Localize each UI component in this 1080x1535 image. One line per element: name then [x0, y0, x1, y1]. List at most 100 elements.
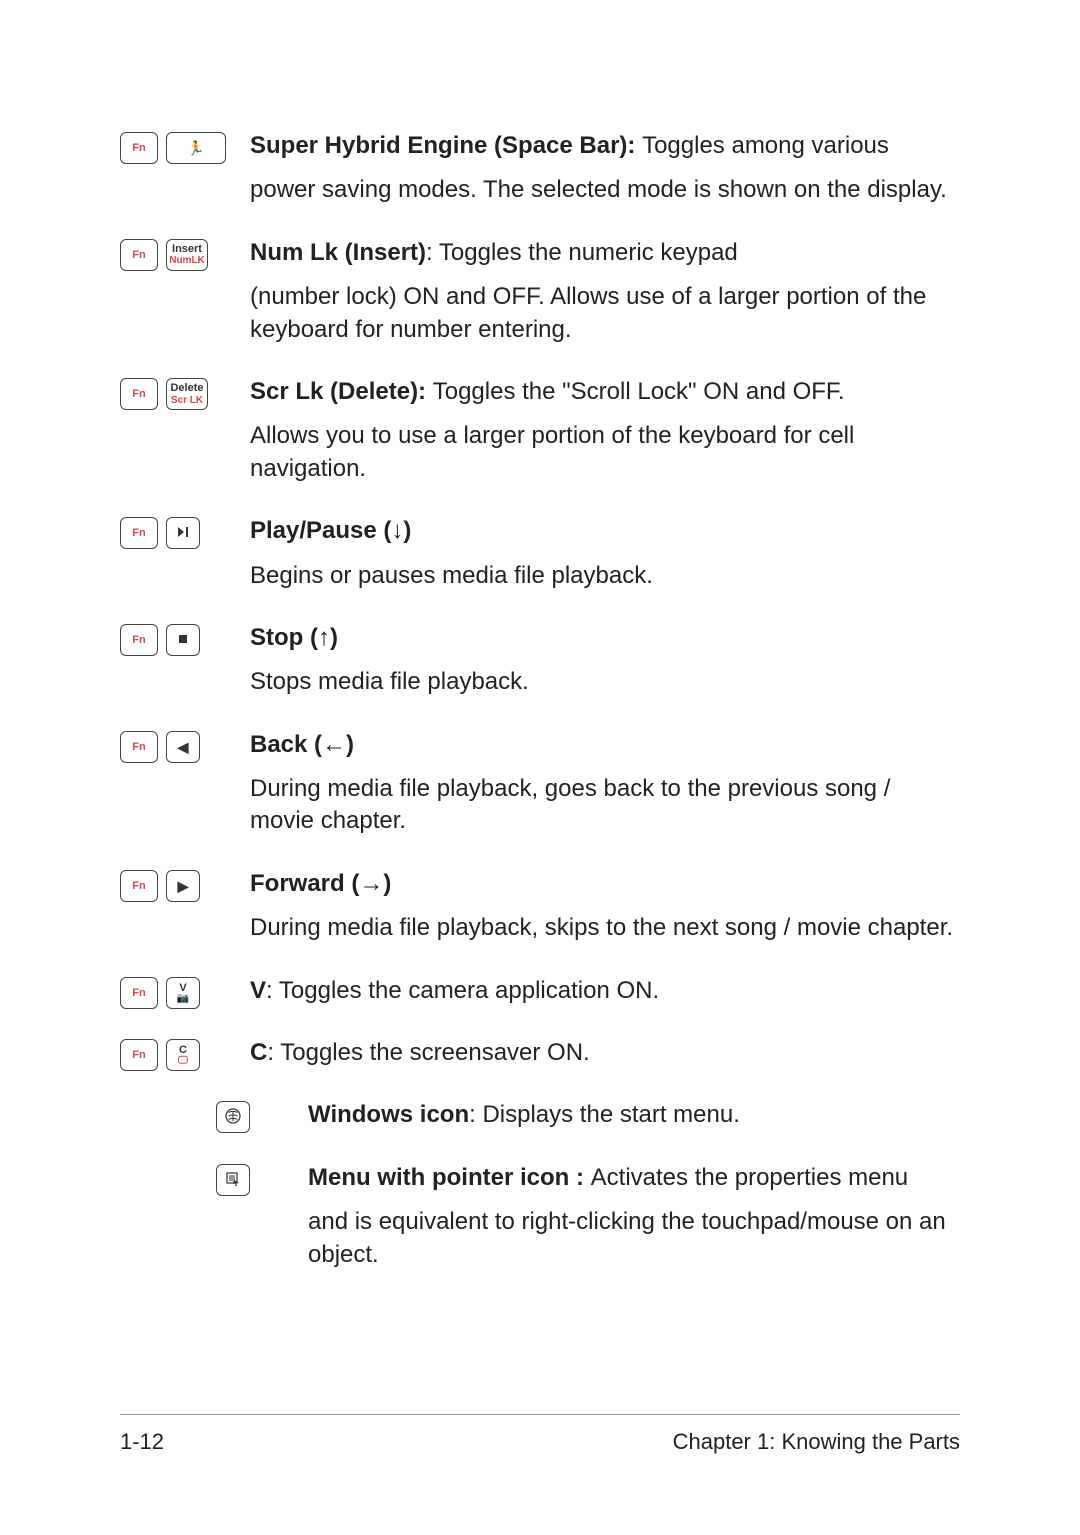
desc-scrlk: Scr Lk (Delete): Toggles the "Scroll Loc… [250, 376, 960, 497]
key-fn-label: Fn [132, 880, 145, 892]
key-insert-bot: NumLK [169, 255, 205, 266]
keys-numlk: Fn Insert NumLK [120, 239, 250, 271]
keys-menu [120, 1164, 308, 1196]
page-number: 1-12 [120, 1429, 164, 1455]
desc-play: Play/Pause (↓) Begins or pauses media fi… [250, 515, 960, 604]
key-fn-label: Fn [132, 142, 145, 154]
title: Windows icon [308, 1101, 469, 1128]
title: C [250, 1039, 267, 1066]
entry-menu: Menu with pointer icon : Activates the p… [120, 1162, 960, 1283]
entry-fwd: Fn ▶ Forward (→) During media file playb… [120, 868, 960, 957]
key-fn-label: Fn [132, 527, 145, 539]
desc-v: V: Toggles the camera application ON. [250, 975, 960, 1019]
title: Play/Pause (↓) [250, 517, 411, 544]
key-fn-label: Fn [132, 634, 145, 646]
entry-scrlk: Fn Delete Scr LK Scr Lk (Delete): Toggle… [120, 376, 960, 497]
key-delete-bot: Scr LK [171, 395, 203, 406]
key-back: ◀ [166, 731, 200, 763]
keys-v: Fn V 📷 [120, 977, 250, 1009]
camera-icon: 📷 [177, 994, 189, 1004]
key-fn: Fn [120, 1039, 158, 1071]
key-delete-top: Delete [170, 382, 203, 394]
key-stop [166, 624, 200, 656]
key-fn: Fn [120, 517, 158, 549]
entry-win: Windows icon: Displays the start menu. [120, 1099, 960, 1143]
p2: Allows you to use a larger portion of th… [250, 420, 960, 485]
key-v: V 📷 [166, 977, 200, 1009]
p2: power saving modes. The selected mode is… [250, 174, 960, 206]
keys-fwd: Fn ▶ [120, 870, 250, 902]
title: Forward (→) [250, 870, 391, 897]
keys-c: Fn C 🖵 [120, 1039, 250, 1071]
desc-back: Back (←) During media file playback, goe… [250, 729, 960, 850]
lead: : Toggles the camera application ON. [266, 977, 659, 1004]
key-fn: Fn [120, 731, 158, 763]
desc-menu: Menu with pointer icon : Activates the p… [308, 1162, 960, 1283]
entry-v: Fn V 📷 V: Toggles the camera application… [120, 975, 960, 1019]
p2: (number lock) ON and OFF. Allows use of … [250, 281, 960, 346]
keys-stop: Fn [120, 624, 250, 656]
title: Num Lk (Insert) [250, 239, 426, 266]
p2: During media file playback, goes back to… [250, 773, 960, 838]
desc-space: Super Hybrid Engine (Space Bar): Toggles… [250, 130, 960, 219]
chapter-label: Chapter 1: Knowing the Parts [673, 1429, 960, 1455]
lead: : Toggles the screensaver ON. [267, 1039, 589, 1066]
desc-c: C: Toggles the screensaver ON. [250, 1037, 960, 1081]
entry-stop: Fn Stop (↑) Stops media file playback. [120, 622, 960, 711]
lead: : Toggles the numeric keypad [426, 239, 738, 266]
key-fn: Fn [120, 239, 158, 271]
p2: and is equivalent to right-clicking the … [308, 1206, 960, 1271]
key-fn-label: Fn [132, 741, 145, 753]
title: Menu with pointer icon : [308, 1164, 591, 1191]
play-pause-icon [176, 525, 190, 541]
key-fn: Fn [120, 870, 158, 902]
next-track-icon: ▶ [178, 879, 189, 893]
p2: Stops media file playback. [250, 666, 960, 698]
windows-icon [225, 1108, 241, 1126]
title: Scr Lk (Delete): [250, 378, 433, 405]
stop-icon [177, 633, 189, 647]
p2: Begins or pauses media file playback. [250, 560, 960, 592]
key-play [166, 517, 200, 549]
menu-pointer-icon [225, 1171, 241, 1189]
key-windows [216, 1101, 250, 1133]
entry-numlk: Fn Insert NumLK Num Lk (Insert): Toggles… [120, 237, 960, 358]
lead: Toggles among various [642, 132, 889, 159]
key-fn: Fn [120, 378, 158, 410]
running-man-icon: 🏃 [187, 141, 204, 155]
entry-c: Fn C 🖵 C: Toggles the screensaver ON. [120, 1037, 960, 1081]
lead: : Displays the start menu. [469, 1101, 740, 1128]
key-v-top: V [179, 982, 186, 994]
keys-back: Fn ◀ [120, 731, 250, 763]
keys-scrlk: Fn Delete Scr LK [120, 378, 250, 410]
key-fn-label: Fn [132, 249, 145, 261]
keys-win [120, 1101, 308, 1133]
screensaver-icon: 🖵 [178, 1056, 188, 1066]
entry-back: Fn ◀ Back (←) During media file playback… [120, 729, 960, 850]
title: Super Hybrid Engine (Space Bar): [250, 132, 642, 159]
keys-play: Fn [120, 517, 250, 549]
desc-numlk: Num Lk (Insert): Toggles the numeric key… [250, 237, 960, 358]
entry-space: Fn 🏃 Super Hybrid Engine (Space Bar): To… [120, 130, 960, 219]
title: Back (←) [250, 731, 354, 758]
lead: Toggles the "Scroll Lock" ON and OFF. [433, 378, 845, 405]
title: Stop (↑) [250, 624, 338, 651]
key-fn-label: Fn [132, 388, 145, 400]
desc-fwd: Forward (→) During media file playback, … [250, 868, 960, 957]
desc-win: Windows icon: Displays the start menu. [308, 1099, 960, 1143]
key-insert-top: Insert [172, 243, 202, 255]
key-forward: ▶ [166, 870, 200, 902]
key-c: C 🖵 [166, 1039, 200, 1071]
key-menu [216, 1164, 250, 1196]
entry-play: Fn Play/Pause (↓) Begins or pauses media… [120, 515, 960, 604]
lead: Activates the properties menu [591, 1164, 909, 1191]
title: V [250, 977, 266, 1004]
key-fn-label: Fn [132, 987, 145, 999]
keys-space: Fn 🏃 [120, 132, 250, 164]
key-fn: Fn [120, 977, 158, 1009]
key-delete: Delete Scr LK [166, 378, 208, 410]
key-fn: Fn [120, 624, 158, 656]
key-spacebar: 🏃 [166, 132, 226, 164]
page-footer: 1-12 Chapter 1: Knowing the Parts [120, 1414, 960, 1455]
previous-track-icon: ◀ [178, 740, 189, 754]
